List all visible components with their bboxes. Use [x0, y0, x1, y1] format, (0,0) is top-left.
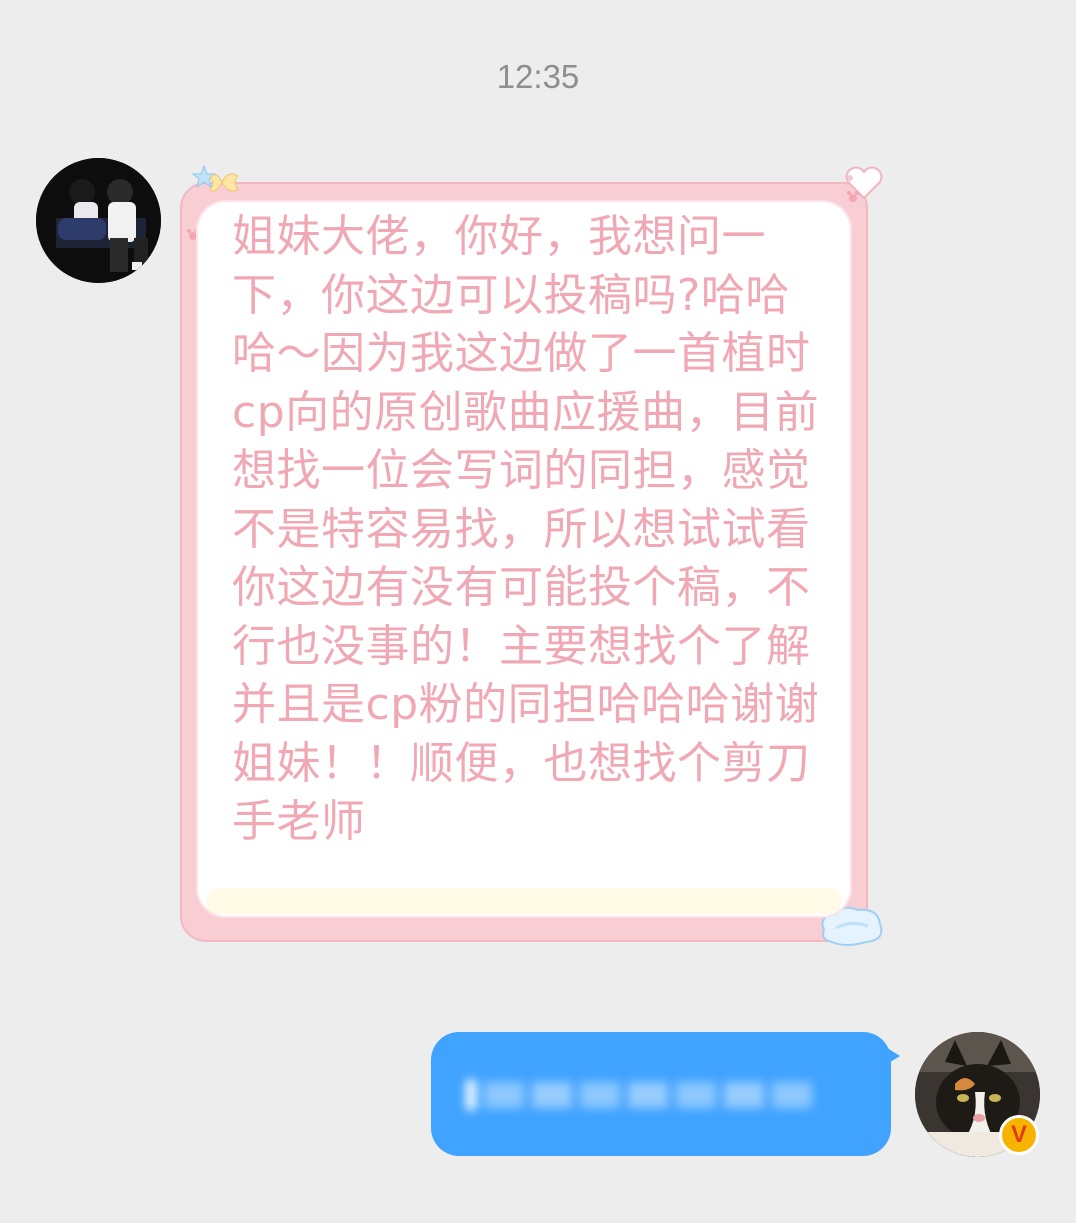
verified-v-badge-icon: V — [999, 1115, 1039, 1155]
sender-avatar[interactable] — [36, 158, 161, 283]
message-timestamp: 12:35 — [496, 58, 580, 95]
star-bow-icon — [192, 164, 239, 192]
paw-icon — [847, 191, 859, 202]
incoming-message-text: 姐妹大佬，你好，我想问一下，你这边可以投稿吗?哈哈哈～因为我这边做了一首植时cp… — [232, 211, 820, 847]
bubble-bottom-highlight — [206, 888, 842, 914]
outgoing-message-text-redacted — [462, 1072, 832, 1116]
